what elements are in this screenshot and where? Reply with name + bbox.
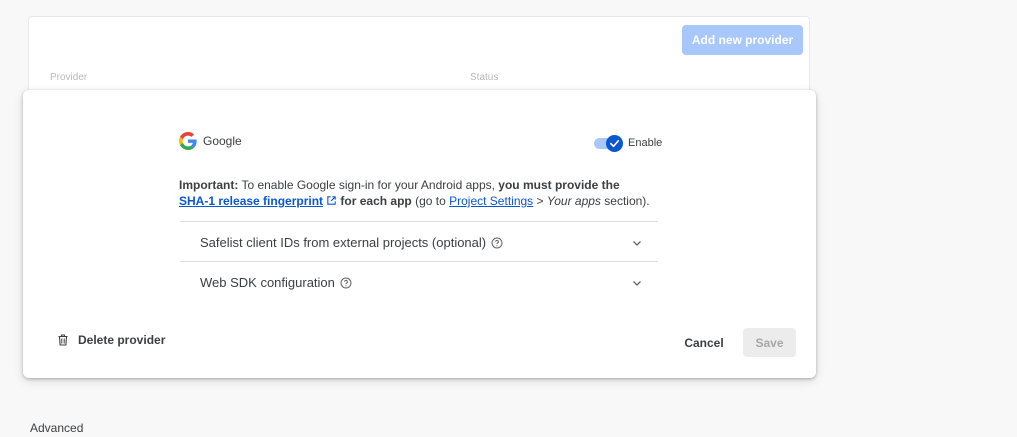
provider-config-dialog: Google Enable Important: To enable Googl…: [23, 90, 816, 378]
note-text: (go to: [415, 194, 446, 208]
help-icon[interactable]: [491, 237, 503, 249]
external-link-icon: [327, 196, 336, 205]
sha1-fingerprint-link[interactable]: SHA-1 release fingerprint: [179, 194, 337, 208]
chevron-down-icon: [633, 241, 641, 246]
cancel-button[interactable]: Cancel: [675, 328, 733, 358]
google-g-icon: [179, 132, 197, 150]
enable-label: Enable: [628, 137, 663, 149]
accordion-label-text: Web SDK configuration: [200, 275, 335, 290]
check-icon: [610, 139, 620, 148]
safelist-client-ids-accordion[interactable]: Safelist client IDs from external projec…: [180, 222, 658, 262]
accordion-label-text: Safelist client IDs from external projec…: [200, 235, 487, 250]
add-new-provider-button[interactable]: Add new provider: [682, 25, 803, 55]
save-button[interactable]: Save: [743, 328, 796, 357]
note-text: To enable Google sign-in for your Androi…: [241, 178, 495, 192]
accordion-label: Web SDK configuration: [200, 275, 352, 290]
enable-toggle[interactable]: [593, 134, 627, 152]
note-italic: Your apps: [546, 194, 601, 208]
advanced-section-title: Advanced: [30, 421, 84, 435]
accordion-label: Safelist client IDs from external projec…: [200, 235, 503, 250]
help-icon[interactable]: [340, 277, 352, 289]
trash-icon: [58, 334, 68, 346]
note-text: >: [536, 194, 544, 208]
chevron-down-icon: [633, 281, 641, 286]
provider-header: Google: [179, 132, 242, 150]
provider-name: Google: [203, 134, 242, 148]
column-header-status: Status: [470, 72, 499, 83]
important-note: Important: To enable Google sign-in for …: [179, 177, 659, 209]
delete-provider-button[interactable]: Delete provider: [56, 333, 165, 347]
web-sdk-config-accordion[interactable]: Web SDK configuration: [180, 262, 658, 302]
note-bold: for each app: [340, 194, 412, 208]
toggle-thumb: [606, 135, 623, 152]
column-header-provider: Provider: [50, 72, 88, 83]
project-settings-link[interactable]: Project Settings: [449, 194, 533, 208]
note-bold: you must provide the: [498, 178, 620, 192]
note-text: section).: [604, 194, 650, 208]
enable-toggle-group: Enable: [593, 134, 662, 152]
delete-provider-label: Delete provider: [78, 333, 166, 347]
note-important-prefix: Important:: [179, 178, 239, 192]
